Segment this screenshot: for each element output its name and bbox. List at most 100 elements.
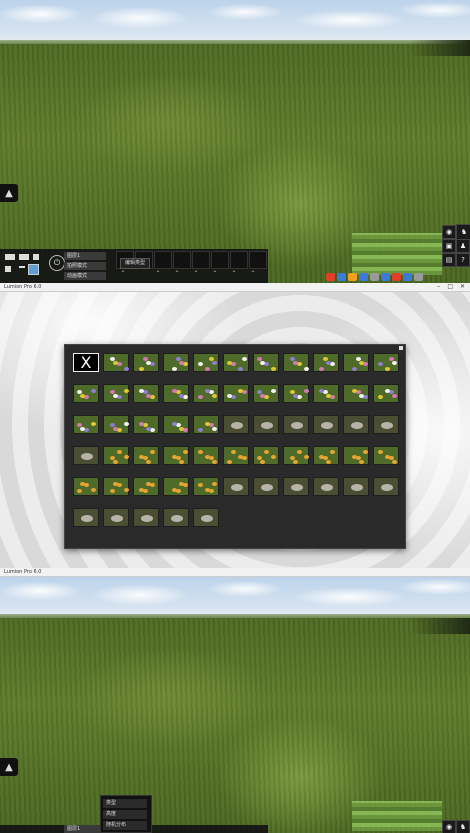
plant-thumbnail[interactable] xyxy=(163,477,189,496)
plant-thumbnail[interactable] xyxy=(133,446,159,465)
slot-arrow-icon[interactable]: ⌃ xyxy=(153,271,163,277)
flower-thumbnail[interactable] xyxy=(103,353,129,372)
walk-icon[interactable]: ♞ xyxy=(456,224,470,240)
walk-icon[interactable]: ♞ xyxy=(456,820,470,833)
plant-thumbnail[interactable] xyxy=(283,446,309,465)
flower-thumbnail[interactable] xyxy=(373,384,399,403)
app-icon[interactable] xyxy=(403,273,412,281)
edit-type-button[interactable]: 编辑类型 xyxy=(120,258,150,269)
slot-7[interactable] xyxy=(230,251,248,269)
hammer-icon[interactable] xyxy=(5,266,11,272)
movie-mode-button[interactable]: 动画模式 xyxy=(64,272,106,280)
terrain-icon[interactable] xyxy=(19,254,29,260)
flower-thumbnail[interactable] xyxy=(253,384,279,403)
menu-item-type[interactable]: 类型 xyxy=(103,799,147,808)
rock-thumbnail[interactable] xyxy=(313,415,339,434)
minimize-icon[interactable]: – xyxy=(437,283,440,290)
slot-arrow-icon[interactable]: ⌃ xyxy=(210,271,220,277)
slot-arrow-icon[interactable]: ⌃ xyxy=(118,271,128,277)
flower-thumbnail[interactable] xyxy=(103,384,129,403)
plant-thumbnail[interactable] xyxy=(103,446,129,465)
plant-thumbnail[interactable] xyxy=(193,477,219,496)
rock-thumbnail[interactable] xyxy=(223,477,249,496)
rock-thumbnail[interactable] xyxy=(253,477,279,496)
slot-arrow-icon[interactable]: ⌃ xyxy=(172,271,182,277)
library-close-button[interactable]: X xyxy=(73,353,99,372)
layer-field[interactable]: 图层1 xyxy=(64,252,106,260)
up-arrow-icon[interactable]: ▲ xyxy=(0,184,18,202)
plant-thumbnail[interactable] xyxy=(223,446,249,465)
flower-thumbnail[interactable] xyxy=(193,415,219,434)
app-icon[interactable] xyxy=(348,273,357,281)
flower-thumbnail[interactable] xyxy=(313,384,339,403)
movie-icon[interactable]: ▣ xyxy=(442,239,456,253)
photo-mode-button[interactable]: 拍照模式 xyxy=(64,262,106,270)
more-icon[interactable] xyxy=(19,266,25,268)
app-icon[interactable] xyxy=(370,273,379,281)
plant-thumbnail[interactable] xyxy=(313,446,339,465)
person-icon[interactable]: ♟ xyxy=(456,239,470,253)
slot-arrow-icon[interactable]: ⌃ xyxy=(229,271,239,277)
flower-thumbnail[interactable] xyxy=(163,384,189,403)
plant-thumbnail[interactable] xyxy=(343,446,369,465)
flower-thumbnail[interactable] xyxy=(193,353,219,372)
plant-thumbnail[interactable] xyxy=(163,446,189,465)
slot-4[interactable] xyxy=(173,251,191,269)
flower-thumbnail[interactable] xyxy=(313,353,339,372)
flower-thumbnail[interactable] xyxy=(163,415,189,434)
slot-arrow-icon[interactable]: ⌃ xyxy=(248,271,258,277)
slot-8[interactable] xyxy=(249,251,267,269)
rock-thumbnail[interactable] xyxy=(193,508,219,527)
rock-thumbnail[interactable] xyxy=(373,415,399,434)
camera-icon[interactable]: ◉ xyxy=(442,225,456,239)
flower-thumbnail[interactable] xyxy=(343,384,369,403)
flower-thumbnail[interactable] xyxy=(133,384,159,403)
power-icon[interactable]: ⏻ xyxy=(49,255,65,271)
rock-thumbnail[interactable] xyxy=(163,508,189,527)
rock-thumbnail[interactable] xyxy=(283,477,309,496)
flower-thumbnail[interactable] xyxy=(373,353,399,372)
sky-icon[interactable] xyxy=(5,254,15,260)
camera-icon[interactable]: ◉ xyxy=(442,820,456,833)
flower-thumbnail[interactable] xyxy=(103,415,129,434)
rock-thumbnail[interactable] xyxy=(73,508,99,527)
rock-thumbnail[interactable] xyxy=(223,415,249,434)
rock-thumbnail[interactable] xyxy=(343,477,369,496)
rock-thumbnail[interactable] xyxy=(283,415,309,434)
rock-thumbnail[interactable] xyxy=(343,415,369,434)
flower-thumbnail[interactable] xyxy=(133,415,159,434)
close-icon[interactable]: ✕ xyxy=(460,283,465,290)
slot-arrow-icon[interactable]: ⌃ xyxy=(191,271,201,277)
menu-item-height[interactable]: 高度 xyxy=(103,810,147,819)
plant-thumbnail[interactable] xyxy=(103,477,129,496)
flower-thumbnail[interactable] xyxy=(283,353,309,372)
plant-thumbnail[interactable] xyxy=(253,446,279,465)
water-icon[interactable] xyxy=(33,254,39,260)
app-icon[interactable] xyxy=(381,273,390,281)
rock-thumbnail[interactable] xyxy=(373,477,399,496)
rock-thumbnail[interactable] xyxy=(253,415,279,434)
flower-thumbnail[interactable] xyxy=(223,353,249,372)
app-icon[interactable] xyxy=(414,273,423,281)
monitor-icon[interactable] xyxy=(28,264,39,275)
rock-thumbnail[interactable] xyxy=(313,477,339,496)
help-icon[interactable]: ? xyxy=(456,253,470,267)
flower-thumbnail[interactable] xyxy=(163,353,189,372)
flower-thumbnail[interactable] xyxy=(343,353,369,372)
flower-thumbnail[interactable] xyxy=(133,353,159,372)
slot-6[interactable] xyxy=(211,251,229,269)
app-icon[interactable] xyxy=(359,273,368,281)
plant-thumbnail[interactable] xyxy=(133,477,159,496)
rock-thumbnail[interactable] xyxy=(103,508,129,527)
flower-thumbnail[interactable] xyxy=(73,384,99,403)
plant-thumbnail[interactable] xyxy=(193,446,219,465)
flower-thumbnail[interactable] xyxy=(253,353,279,372)
panel-close-icon[interactable] xyxy=(399,346,403,350)
rock-thumbnail[interactable] xyxy=(73,446,99,465)
slot-3[interactable] xyxy=(154,251,172,269)
app-icon[interactable] xyxy=(392,273,401,281)
slot-5[interactable] xyxy=(192,251,210,269)
menu-item-random[interactable]: 随机分布 xyxy=(103,821,147,830)
app-icon[interactable] xyxy=(326,273,335,281)
save-icon[interactable]: ▤ xyxy=(442,253,456,267)
